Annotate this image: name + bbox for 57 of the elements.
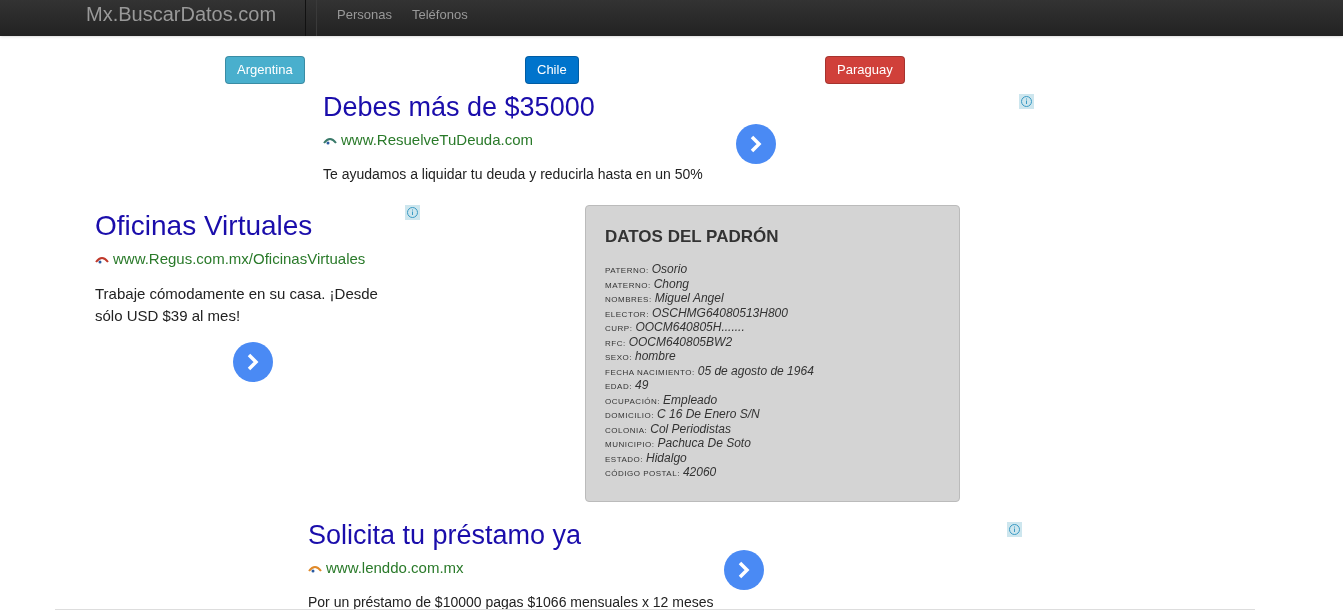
field-value: Osorio [651, 263, 688, 277]
field-value: OSCHMG64080513H800 [651, 306, 788, 321]
ad-url[interactable]: www.lenddo.com.mx [326, 557, 464, 580]
field-value: Col Periodistas [650, 422, 731, 437]
next-button[interactable] [723, 549, 764, 590]
favicon-icon [323, 135, 337, 146]
card-title: DATOS DEL PADRÓN [605, 226, 780, 248]
field-label: CURP: [605, 323, 633, 336]
ad-url[interactable]: www.ResuelveTuDeuda.com [341, 129, 534, 152]
field-value: 42060 [682, 466, 717, 480]
ad-description: Te ayudamos a liquidar tu deuda y reducirla hasta en un 50% [323, 164, 703, 184]
field-label: ELECTOR: [605, 308, 649, 321]
field-value: Chong [653, 277, 689, 292]
field-label: NOMBRES: [605, 294, 652, 307]
info-icon[interactable] [1019, 94, 1034, 109]
chevron-right-icon [246, 352, 260, 371]
favicon-icon [308, 563, 322, 574]
field-value: Empleado [663, 393, 718, 408]
field-label: OCUPACIÓN: [605, 395, 661, 408]
field-label: SEXO: [605, 352, 632, 365]
info-icon[interactable] [1006, 522, 1022, 537]
field-label: DOMICILIO: [605, 410, 654, 423]
field-label: PATERNO: [605, 265, 649, 278]
field-value: C 16 De Enero S/N [657, 408, 760, 422]
field-value: Pachuca De Soto [657, 437, 751, 451]
ad-description: Por un préstamo de $10000 pagas $1066 mensuales x 12 meses [308, 592, 714, 612]
next-button[interactable] [233, 341, 273, 382]
site-brand[interactable]: Mx.BuscarDatos.com [86, 0, 307, 36]
field-label: FECHA NACIMIENTO: [605, 366, 695, 379]
favicon-icon [95, 254, 109, 265]
info-icon[interactable] [405, 205, 420, 220]
field-label: ESTADO: [605, 453, 644, 466]
next-button[interactable] [736, 124, 776, 164]
ad-description: Trabaje cómodamente en su casa. ¡Desde sólo USD $39 al mes! [95, 283, 379, 326]
field-label: EDAD: [605, 381, 632, 394]
ad-title[interactable]: Solicita tu préstamo ya [308, 522, 714, 549]
ad-title[interactable]: Debes más de $35000 [323, 94, 703, 121]
nav-link[interactable]: Personas [327, 0, 402, 36]
field-value: OOCM640805H....... [635, 321, 745, 335]
field-value: 49 [634, 379, 649, 393]
country-button[interactable]: Chile [525, 56, 579, 84]
field-value: Hidalgo [646, 451, 687, 466]
ad-url[interactable]: www.Regus.com.mx/OficinasVirtuales [113, 248, 366, 271]
field-label: MATERNO: [605, 279, 651, 292]
ad-title[interactable]: Oficinas Virtuales [95, 212, 405, 240]
chevron-right-icon [736, 560, 751, 579]
field-label: MUNICIPIO: [605, 439, 655, 452]
field-label: CÓDIGO POSTAL: [605, 468, 680, 481]
chevron-right-icon [749, 135, 763, 153]
field-label: COLONIA: [605, 424, 648, 437]
field-value: 05 de agosto de 1964 [697, 364, 814, 379]
field-label: RFC: [605, 337, 626, 350]
field-value: OOCM640805BW2 [628, 335, 733, 350]
country-button[interactable]: Paraguay [825, 56, 905, 84]
nav-link[interactable]: Teléfonos [402, 0, 478, 36]
field-value: Miguel Angel [654, 292, 724, 306]
field-value: hombre [634, 350, 676, 364]
